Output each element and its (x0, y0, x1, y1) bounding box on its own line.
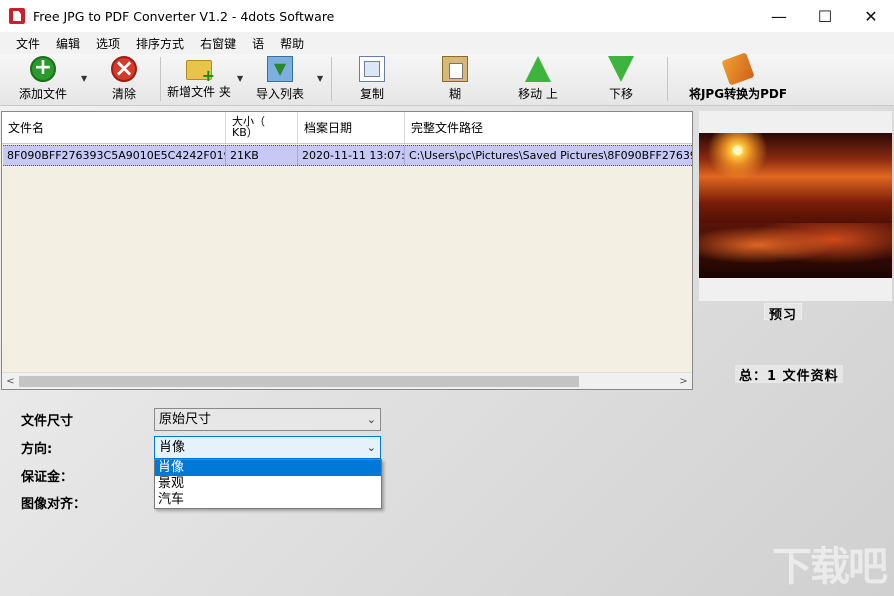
orientation-dropdown-list[interactable]: 肖像 景观 汽车 (154, 459, 382, 509)
preview-image (699, 133, 892, 278)
file-date-cell: 2020-11-11 13:07:25 (298, 146, 405, 165)
file-size-label: 文件尺寸 (21, 414, 74, 429)
move-down-button[interactable]: 下移 (600, 56, 642, 102)
arrow-up-icon (525, 56, 551, 82)
column-header-name[interactable]: 文件名 (2, 112, 226, 143)
file-size-cell: 21KB (226, 146, 298, 165)
paste-icon (442, 56, 468, 82)
import-list-button[interactable]: 导入列表 (253, 56, 307, 102)
table-row[interactable]: 8F090BFF276393C5A9010E5C4242F019.jpg 21K… (3, 145, 692, 166)
copy-label: 复制 (359, 87, 384, 101)
toolbar-separator (331, 57, 332, 101)
margin-label: 保证金： (21, 470, 74, 485)
horizontal-scrollbar[interactable]: < > (2, 372, 692, 389)
new-folder-button[interactable]: 新增文件 夹 (165, 56, 233, 102)
window-title: Free JPG to PDF Converter V1.2 - 4dots S… (33, 8, 335, 24)
import-list-dropdown[interactable]: ▼ (317, 74, 323, 83)
arrow-down-icon (608, 56, 634, 82)
copy-icon (359, 56, 385, 82)
menu-context[interactable]: 右窗键 (192, 35, 244, 52)
convert-icon (721, 52, 755, 86)
file-name-cell: 8F090BFF276393C5A9010E5C4242F019.jpg (3, 146, 226, 165)
close-button[interactable]: ✕ (848, 0, 894, 32)
file-list[interactable]: 文件名 大小（ KB） 档案日期 完整文件路径 8F090BFF276393C5… (1, 111, 693, 390)
chevron-down-icon: ⌄ (366, 441, 376, 454)
clear-label: 清除 (111, 87, 136, 101)
chevron-down-icon: ⌄ (366, 413, 376, 426)
paste-label: 糊 (448, 87, 461, 101)
add-file-dropdown[interactable]: ▼ (81, 74, 87, 83)
menu-help[interactable]: 帮助 (272, 35, 312, 52)
convert-to-pdf-button[interactable]: 将JPG转换为PDF (680, 52, 796, 102)
import-list-label: 导入列表 (255, 87, 304, 101)
file-size-select[interactable]: 原始尺寸 ⌄ (154, 408, 381, 431)
minimize-button[interactable]: — (756, 0, 802, 32)
add-file-button[interactable]: 添加文件 (14, 55, 72, 102)
new-folder-label: 新增文件 夹 (167, 85, 231, 99)
orientation-option-portrait[interactable]: 肖像 (155, 460, 381, 476)
clear-icon (111, 54, 137, 82)
folder-add-icon (186, 60, 215, 85)
toolbar: 添加文件 ▼ 清除 新增文件 夹 ▼ 导入列表 ▼ 复制 糊 移动 上 下移 将… (0, 52, 894, 106)
orientation-label: 方向: (21, 442, 53, 457)
image-alignment-label: 图像对齐： (21, 497, 87, 512)
clear-button[interactable]: 清除 (104, 54, 144, 102)
maximize-button[interactable]: ☐ (802, 0, 848, 32)
menu-options[interactable]: 选项 (88, 35, 128, 52)
toolbar-separator (160, 57, 161, 101)
menu-file[interactable]: 文件 (8, 35, 48, 52)
menu-edit[interactable]: 编辑 (48, 35, 88, 52)
file-list-header: 文件名 大小（ KB） 档案日期 完整文件路径 (2, 112, 692, 144)
file-path-cell: C:\Users\pc\Pictures\Saved Pictures\8F09… (409, 149, 692, 162)
watermark: 下载吧 (772, 544, 888, 590)
orientation-option-auto[interactable]: 汽车 (155, 492, 381, 508)
new-folder-dropdown[interactable]: ▼ (237, 74, 243, 83)
menu-bar: 文件 编辑 选项 排序方式 右窗键 语 帮助 (0, 32, 894, 54)
preview-label: 预习 (764, 303, 803, 323)
column-header-date[interactable]: 档案日期 (298, 112, 405, 143)
total-files-label: 总：1 文件资料 (735, 365, 843, 384)
column-header-size[interactable]: 大小（ KB） (226, 112, 298, 143)
scroll-thumb[interactable] (19, 376, 579, 387)
file-size-value: 原始尺寸 (159, 412, 212, 427)
convert-label: 将JPG转换为PDF (688, 87, 788, 101)
title-bar: Free JPG to PDF Converter V1.2 - 4dots S… (0, 0, 894, 32)
orientation-option-landscape[interactable]: 景观 (155, 476, 381, 492)
column-header-path[interactable]: 完整文件路径 (405, 112, 692, 143)
orientation-value: 肖像 (159, 440, 186, 455)
toolbar-separator (667, 57, 668, 101)
copy-button[interactable]: 复制 (352, 56, 392, 102)
pdf-app-icon (9, 8, 25, 24)
add-icon (30, 55, 56, 82)
add-file-label: 添加文件 (18, 87, 67, 101)
move-down-label: 下移 (608, 87, 633, 101)
menu-sort[interactable]: 排序方式 (128, 35, 192, 52)
paste-button[interactable]: 糊 (435, 56, 475, 102)
scroll-right-button[interactable]: > (675, 373, 692, 390)
menu-language[interactable]: 语 (244, 35, 272, 52)
orientation-select[interactable]: 肖像 ⌄ (154, 436, 381, 459)
scroll-left-button[interactable]: < (2, 373, 19, 390)
move-up-button[interactable]: 移动 上 (512, 56, 564, 102)
move-up-label: 移动 上 (518, 87, 558, 101)
import-icon (267, 56, 293, 82)
